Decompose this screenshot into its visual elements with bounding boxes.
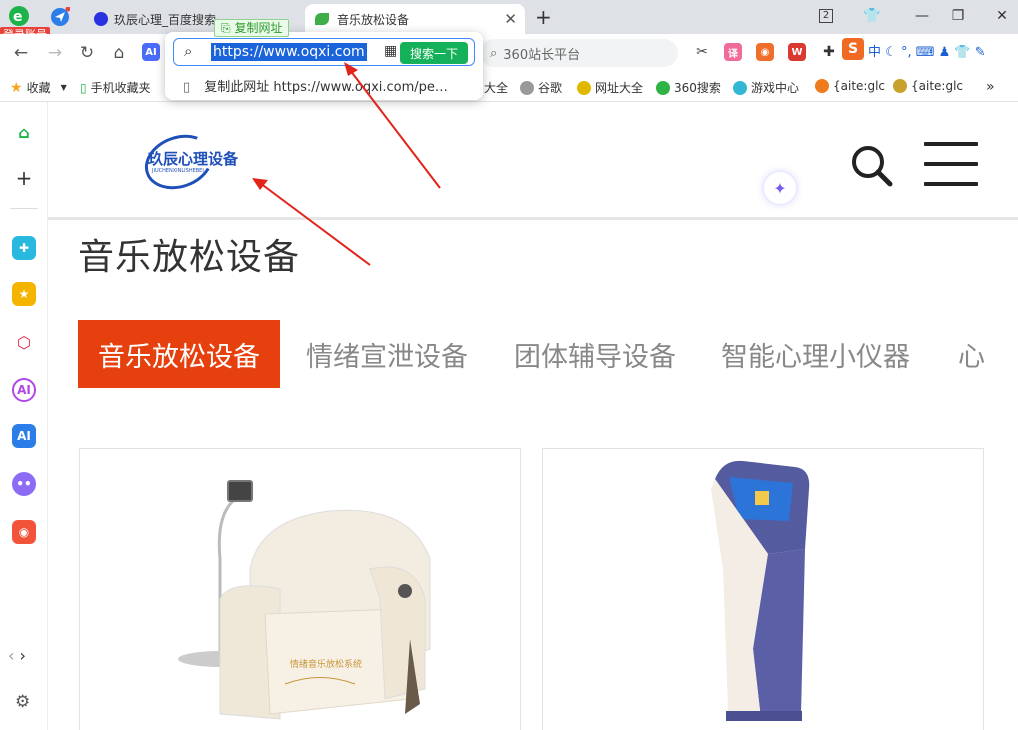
chat-bot-icon[interactable]: •• (12, 472, 36, 496)
kiosk-terminal-image (711, 460, 810, 721)
tab-more-cut[interactable]: 心 (958, 320, 985, 388)
360-icon (656, 80, 670, 95)
bookmark-360-search[interactable]: 360搜索 (656, 79, 721, 96)
suggestion-row[interactable]: ▯ 复制此网址 https://www.oqxi.com/pe… (183, 76, 448, 95)
cube-icon (893, 79, 907, 93)
address-input[interactable]: ⌕ https://www.oqxi.com ▦ 搜索一下 (173, 38, 475, 66)
home-icon[interactable]: ⌂ (106, 40, 132, 66)
plus-app-icon[interactable]: ✚ (12, 236, 36, 260)
bookmark-mobile[interactable]: ▯ 手机收藏夹 (80, 79, 151, 96)
add-sidebar-icon[interactable]: + (12, 166, 36, 190)
more-bookmarks-icon[interactable]: » (986, 79, 995, 95)
close-window-icon[interactable]: ✕ (990, 5, 1014, 27)
search-icon[interactable] (850, 144, 894, 188)
back-icon[interactable]: ← (8, 40, 34, 66)
star-icon: ★ (10, 79, 23, 96)
edge-e-icon (815, 79, 829, 93)
tab-count-badge[interactable]: 2 (814, 5, 838, 27)
bookmark-favorites[interactable]: ★ 收藏 ▼ (10, 79, 67, 96)
page-icon: ▯ (183, 80, 191, 95)
tab-title: 玖辰心理_百度搜索 (114, 12, 217, 27)
product-card-chair[interactable]: 情绪音乐放松系统 (79, 448, 521, 730)
scissors-icon[interactable]: ✂ (693, 43, 711, 61)
browser-logo-icon[interactable]: e (8, 5, 30, 27)
collapse-arrows-icon[interactable]: ‹ › (8, 646, 26, 665)
menu-hamburger-icon[interactable] (924, 142, 978, 186)
relax-chair-image: 情绪音乐放松系统 (178, 480, 431, 720)
tab-smart-psych-devices[interactable]: 智能心理小仪器 (721, 320, 910, 388)
left-sidebar: ⌂ + ✚ ★ ⬡ AI AI •• ◉ ‹ › ⚙ (0, 102, 48, 730)
game-icon (733, 80, 747, 95)
ai-icon[interactable]: AI (142, 43, 160, 61)
bookmark-aite-2[interactable]: {aite:glc (893, 79, 963, 93)
translate-icon[interactable]: 译 (724, 43, 742, 61)
copy-url-tooltip[interactable]: ⎘ 复制网址 (214, 19, 290, 37)
site-logo[interactable]: 玖辰心理设备 (148, 148, 238, 169)
site-header: 玖辰心理设备 JIUCHENXINLISHEBEI ✦ (48, 102, 1018, 220)
tab-group-counseling-equipment[interactable]: 团体辅导设备 (514, 320, 676, 388)
site-logo-subtitle: JIUCHENXINLISHEBEI (152, 168, 204, 174)
floating-ai-icon[interactable]: ✦ (764, 172, 796, 204)
url-text-selected[interactable]: https://www.oqxi.com (211, 43, 367, 61)
copy-icon: ⎘ (221, 21, 231, 35)
sogou-ime-icon[interactable]: S (842, 38, 864, 60)
bookmarks-bar: ★ 收藏 ▼ ▯ 手机收藏夹 大全 谷歌 网址大全 360搜索 游戏中心 {aite:… (0, 72, 1018, 102)
star-app-icon[interactable]: ★ (12, 282, 36, 306)
minimize-icon[interactable]: — (910, 5, 934, 27)
phone-icon: ▯ (80, 80, 87, 95)
ime-toolbar[interactable]: 中 ☾ °, ⌨ ♟ 👕 ✎ (868, 41, 986, 60)
forward-icon[interactable]: → (42, 40, 68, 66)
ai-ring-icon[interactable]: AI (12, 378, 36, 402)
leaf-icon (315, 13, 329, 25)
tab-title: 音乐放松设备 (337, 12, 410, 27)
address-bar-dropdown: ⌕ https://www.oqxi.com ▦ 搜索一下 ▯ 复制此网址 ht… (165, 32, 483, 100)
bookmark-aite-1[interactable]: {aite:glc (815, 79, 885, 93)
settings-gear-icon[interactable]: ⚙ (15, 692, 30, 712)
chair-label: 情绪音乐放松系统 (290, 658, 362, 670)
url-nav-icon (577, 80, 591, 95)
tab-emotion-release-equipment[interactable]: 情绪宣泄设备 (306, 320, 468, 388)
baidu-paw-icon (94, 12, 108, 26)
tab-strip: e 登录账号 玖辰心理_百度搜索 音乐放松设备 ✕ + 2 👕 — ❐ ✕ (0, 0, 1018, 42)
gamepad-sidebar-icon[interactable]: ◉ (12, 520, 36, 544)
suggestion-text: 复制此网址 https://www.oqxi.com/pe… (204, 80, 448, 95)
gamepad-icon[interactable]: ◉ (756, 43, 774, 61)
toolbar: ← → ↻ ⌂ AI ⌕ 360站长平台 ✂ 译 ◉ W ✚ S 中 ☾ °, … (0, 34, 1018, 72)
close-tab-icon[interactable]: ✕ (504, 10, 517, 28)
search-go-button[interactable]: 搜索一下 (400, 42, 468, 64)
send-icon[interactable] (50, 6, 71, 27)
dropdown-icon: ▼ (60, 83, 67, 92)
tab-music-relax[interactable]: 音乐放松设备 ✕ (305, 4, 525, 34)
ai-app-icon[interactable]: AI (12, 424, 36, 448)
globe-icon (520, 80, 534, 95)
restore-icon[interactable]: ❐ (946, 5, 970, 27)
network-app-icon[interactable]: ⬡ (12, 330, 36, 354)
search-icon: ⌕ (184, 42, 193, 60)
wps-icon[interactable]: W (788, 43, 806, 61)
bookmark-daquan[interactable]: 大全 (484, 79, 508, 96)
web-page: 玖辰心理设备 JIUCHENXINLISHEBEI ✦ 音乐放松设备 音乐放松设… (48, 102, 1018, 730)
extensions-icon[interactable]: ✚ (820, 43, 838, 61)
side-search-box[interactable]: ⌕ 360站长平台 (480, 39, 678, 67)
new-tab-button[interactable]: + (535, 5, 552, 29)
moon-icon: ☾ °, ⌨ ♟ 👕 ✎ (885, 45, 986, 60)
tab-music-relax-equipment[interactable]: 音乐放松设备 (78, 320, 280, 388)
home-sidebar-icon[interactable]: ⌂ (12, 120, 36, 144)
product-card-kiosk[interactable] (542, 448, 984, 730)
category-tabs: 音乐放松设备 情绪宣泄设备 团体辅导设备 智能心理小仪器 心 (78, 320, 988, 388)
side-search-text: 360站长平台 (503, 47, 581, 63)
bookmark-google[interactable]: 谷歌 (520, 79, 562, 96)
reload-icon[interactable]: ↻ (74, 40, 100, 66)
qr-code-icon[interactable]: ▦ (384, 43, 397, 59)
svg-text:e: e (13, 9, 23, 25)
search-icon: ⌕ (490, 45, 498, 61)
sidebar-divider (10, 208, 38, 209)
bookmark-game-center[interactable]: 游戏中心 (733, 79, 799, 96)
skin-shirt-icon[interactable]: 👕 (860, 5, 884, 27)
bookmark-url-nav[interactable]: 网址大全 (577, 79, 643, 96)
page-title: 音乐放松设备 (78, 237, 301, 278)
